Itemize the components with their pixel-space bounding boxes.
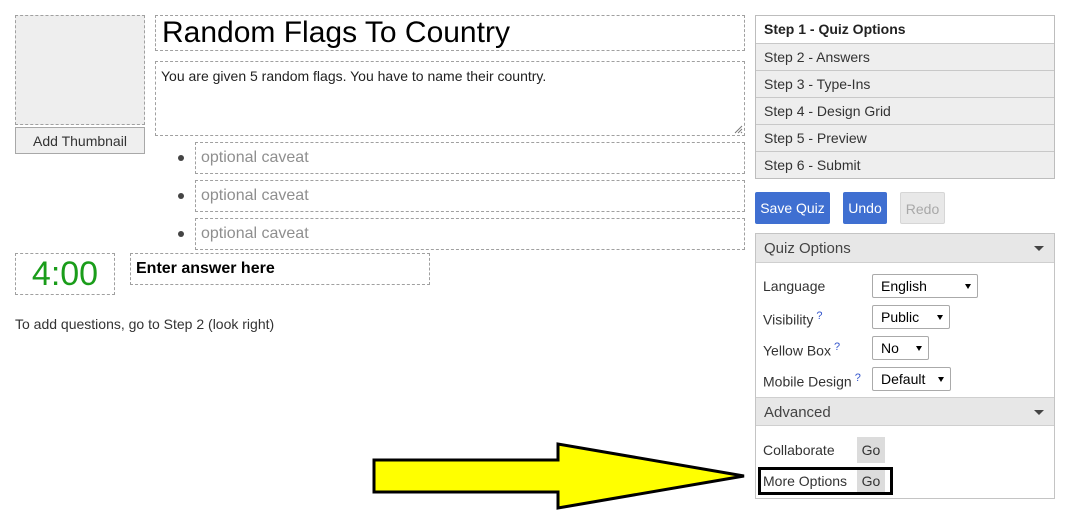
add-thumbnail-button[interactable]: Add Thumbnail: [15, 127, 145, 154]
undo-button[interactable]: Undo: [843, 192, 887, 224]
advanced-title: Advanced: [764, 404, 831, 421]
select-arrow-icon: [916, 346, 922, 351]
help-icon[interactable]: ?: [816, 310, 822, 322]
description-text: You are given 5 random flags. You have t…: [161, 68, 547, 84]
quiz-options-header[interactable]: Quiz Options: [756, 234, 1054, 263]
collaborate-go-button[interactable]: Go: [857, 437, 885, 463]
quiz-description-input[interactable]: You are given 5 random flags. You have t…: [155, 61, 745, 136]
select-arrow-icon: [938, 377, 944, 382]
help-icon[interactable]: ?: [834, 341, 840, 353]
language-value: English: [881, 278, 927, 294]
quiz-title-input[interactable]: Random Flags To Country: [155, 15, 745, 51]
select-arrow-icon: [937, 315, 943, 320]
caveat-input-1[interactable]: optional caveat: [195, 142, 745, 174]
steps-list: Step 1 - Quiz Options Step 2 - Answers S…: [755, 15, 1055, 179]
caveat-bullet: [178, 155, 184, 161]
caveat-input-2[interactable]: optional caveat: [195, 180, 745, 212]
visibility-value: Public: [881, 309, 920, 325]
caveat-bullet: [178, 231, 184, 237]
visibility-label: Visibility?: [763, 310, 822, 328]
visibility-select[interactable]: Public: [872, 305, 950, 329]
advanced-header[interactable]: Advanced: [756, 397, 1054, 426]
quiz-timer[interactable]: 4:00: [15, 253, 115, 295]
redo-button[interactable]: Redo: [900, 192, 945, 224]
add-questions-hint: To add questions, go to Step 2 (look rig…: [15, 316, 275, 332]
dropdown-caret-icon: [1034, 246, 1044, 251]
yellow-box-label-text: Yellow Box: [763, 342, 831, 359]
step-type-ins[interactable]: Step 3 - Type-Ins: [756, 70, 1054, 97]
mobile-design-label: Mobile Design?: [763, 372, 861, 390]
step-answers[interactable]: Step 2 - Answers: [756, 43, 1054, 70]
quiz-options-title: Quiz Options: [764, 240, 851, 257]
resize-handle-icon[interactable]: [734, 125, 743, 134]
step-design-grid[interactable]: Step 4 - Design Grid: [756, 97, 1054, 124]
yellow-box-value: No: [881, 340, 899, 356]
mobile-design-label-text: Mobile Design: [763, 373, 852, 390]
caveat-bullet: [178, 193, 184, 199]
more-options-highlight: [758, 467, 893, 495]
language-label: Language: [763, 278, 826, 294]
step-preview[interactable]: Step 5 - Preview: [756, 124, 1054, 151]
caveat-input-3[interactable]: optional caveat: [195, 218, 745, 250]
save-quiz-button[interactable]: Save Quiz: [755, 192, 830, 224]
answer-input[interactable]: Enter answer here: [130, 253, 430, 285]
step-quiz-options[interactable]: Step 1 - Quiz Options: [756, 16, 1054, 43]
yellow-box-select[interactable]: No: [872, 336, 929, 360]
mobile-design-select[interactable]: Default: [872, 367, 951, 391]
visibility-label-text: Visibility: [763, 311, 814, 328]
language-select[interactable]: English: [872, 274, 978, 298]
arrow-pointer-icon: [372, 442, 745, 510]
help-icon[interactable]: ?: [855, 372, 861, 384]
select-arrow-icon: [965, 284, 971, 289]
options-panel: Quiz Options Advanced: [755, 233, 1055, 499]
dropdown-caret-icon: [1034, 410, 1044, 415]
thumbnail-placeholder[interactable]: [15, 15, 145, 125]
mobile-design-value: Default: [881, 371, 926, 387]
collaborate-label: Collaborate: [763, 442, 835, 458]
step-submit[interactable]: Step 6 - Submit: [756, 151, 1054, 178]
yellow-box-label: Yellow Box?: [763, 341, 840, 359]
